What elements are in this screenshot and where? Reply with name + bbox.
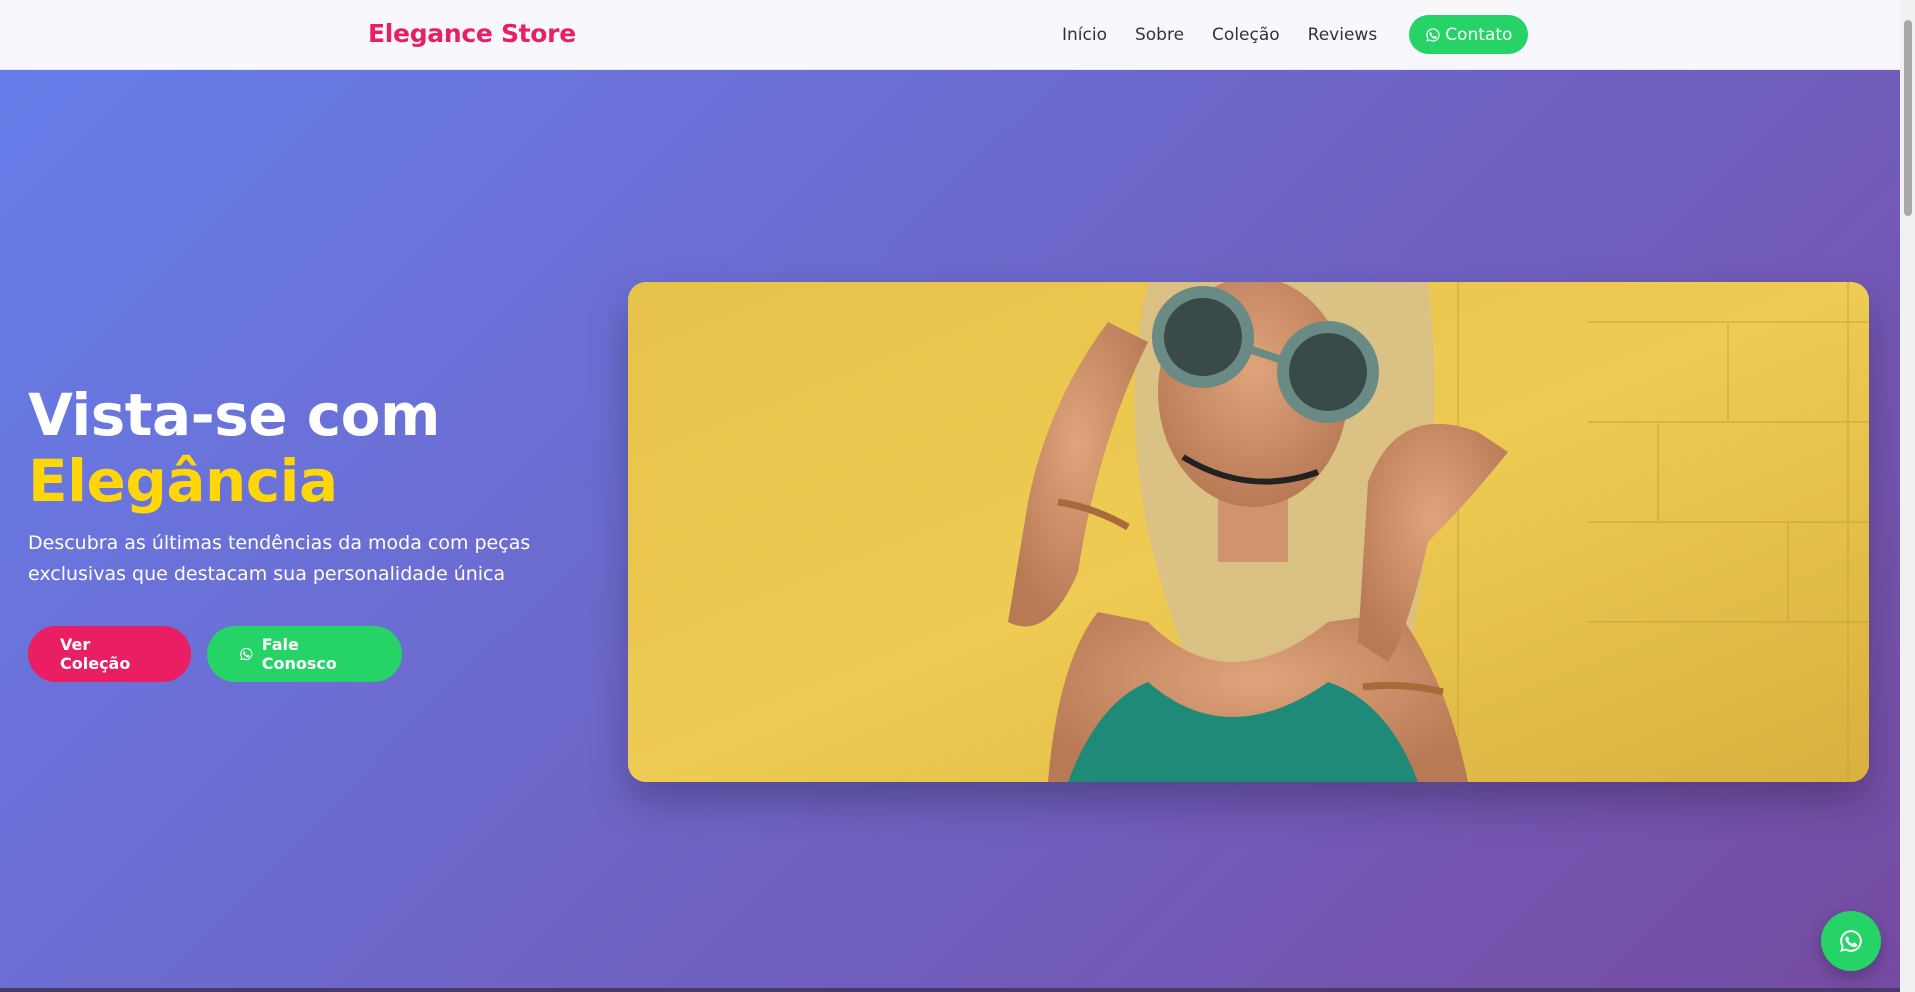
whatsapp-icon xyxy=(1426,27,1440,42)
view-collection-button[interactable]: Ver Coleção xyxy=(28,626,191,682)
hero-title: Vista-se com Elegância xyxy=(28,382,608,514)
contact-button[interactable]: Contato xyxy=(1409,15,1529,54)
hero-subtitle: Descubra as últimas tendências da moda c… xyxy=(28,532,531,585)
nav-link-sobre[interactable]: Sobre xyxy=(1135,16,1184,54)
contact-us-button[interactable]: Fale Conosco xyxy=(207,626,402,682)
hero-image xyxy=(628,282,1869,782)
nav-link-inicio[interactable]: Início xyxy=(1062,16,1107,54)
fashion-photo xyxy=(628,282,1869,782)
hero-buttons: Ver Coleção Fale Conosco xyxy=(28,626,608,682)
hero-section: Vista-se com Elegância Descubra as últim… xyxy=(0,70,1900,992)
brand-logo[interactable]: Elegance Store xyxy=(368,19,576,48)
nav-link-reviews[interactable]: Reviews xyxy=(1308,16,1378,54)
nav-links: Início Sobre Coleção Reviews Contato xyxy=(1062,15,1529,54)
scrollbar-thumb[interactable] xyxy=(1904,20,1912,216)
nav-link-colecao[interactable]: Coleção xyxy=(1212,16,1280,54)
whatsapp-icon xyxy=(1840,930,1862,952)
navbar: Elegance Store Início Sobre Coleção Revi… xyxy=(0,0,1900,70)
whatsapp-icon xyxy=(240,647,253,661)
hero-title-line1: Vista-se com xyxy=(28,381,440,449)
page-bottom-edge xyxy=(0,988,1900,992)
floating-whatsapp-button[interactable] xyxy=(1821,911,1881,971)
hero-title-highlight: Elegância xyxy=(28,447,338,515)
contact-label: Contato xyxy=(1445,24,1513,45)
vertical-scrollbar[interactable] xyxy=(1900,0,1915,992)
hero-text: Vista-se com Elegância Descubra as últim… xyxy=(28,382,608,682)
contact-us-label: Fale Conosco xyxy=(261,635,337,673)
